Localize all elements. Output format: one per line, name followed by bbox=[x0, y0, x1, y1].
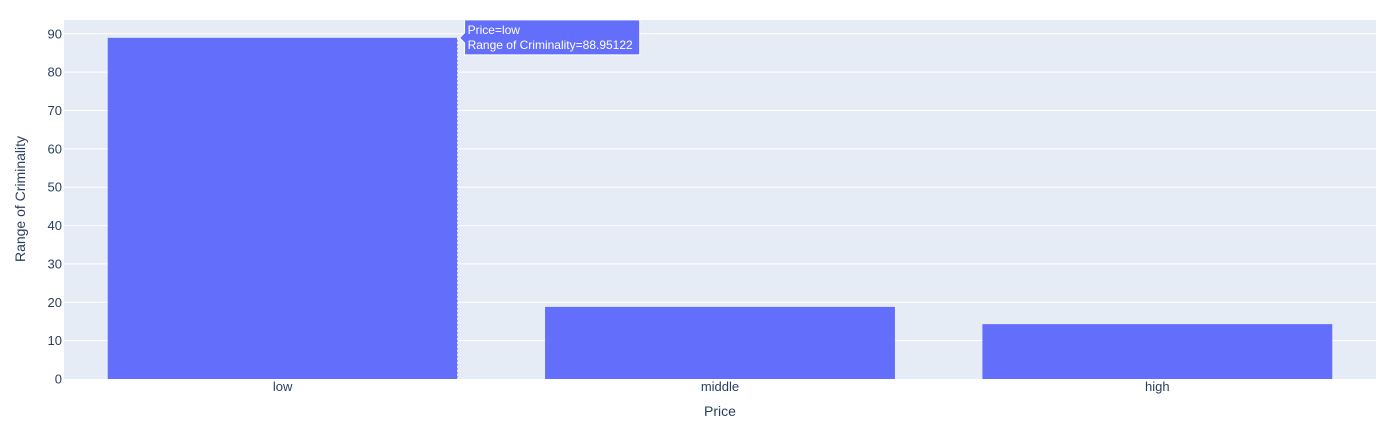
y-axis-title: Range of Criminality bbox=[12, 136, 28, 262]
bar-chart: 0 10 20 30 40 50 60 70 80 90 low middle high Range … bbox=[0, 0, 1400, 425]
y-tick-label: 40 bbox=[48, 218, 62, 233]
bar-high[interactable] bbox=[982, 324, 1333, 379]
y-tick-label: 50 bbox=[48, 180, 62, 195]
x-tick-labels: low middle high bbox=[273, 379, 1170, 394]
y-tick-label: 10 bbox=[48, 333, 62, 348]
x-tick-label-middle: middle bbox=[701, 379, 739, 394]
hover-text-value: Range of Criminality=88.95122 bbox=[468, 38, 633, 52]
y-tick-label: 0 bbox=[55, 372, 62, 387]
x-axis-title: Price bbox=[704, 403, 736, 419]
x-tick-label-high: high bbox=[1145, 379, 1170, 394]
hover-text-category: Price=low bbox=[468, 23, 521, 37]
y-tick-label: 60 bbox=[48, 141, 62, 156]
y-tick-labels: 0 10 20 30 40 50 60 70 80 90 bbox=[48, 26, 62, 386]
hover-tooltip: Price=low Range of Criminality=88.95122 bbox=[458, 19, 641, 56]
y-tick-label: 90 bbox=[48, 26, 62, 41]
y-tick-label: 30 bbox=[48, 256, 62, 271]
y-tick-label: 80 bbox=[48, 65, 62, 80]
chart-svg: 0 10 20 30 40 50 60 70 80 90 low middle high Range … bbox=[12, 19, 1376, 419]
x-tick-label-low: low bbox=[273, 379, 293, 394]
y-tick-label: 20 bbox=[48, 295, 62, 310]
y-tick-label: 70 bbox=[48, 103, 62, 118]
bar-low[interactable] bbox=[107, 37, 458, 379]
bar-middle[interactable] bbox=[545, 306, 895, 379]
